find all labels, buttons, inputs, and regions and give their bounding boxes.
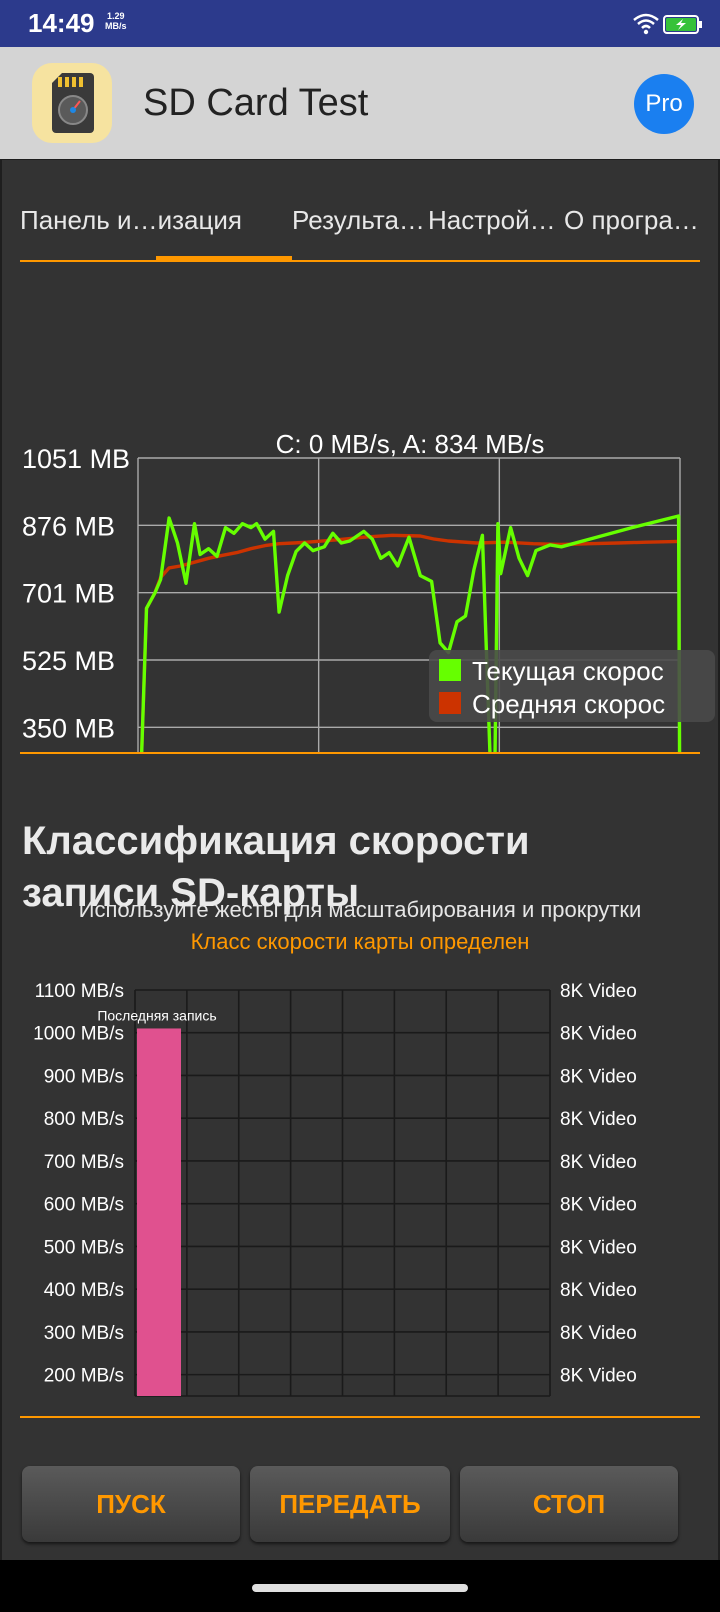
- speed-line-chart[interactable]: 1051 MB876 MB701 MB525 MB350 MB175 MB0 M…: [2, 260, 718, 752]
- app-bar: SD Card Test Pro: [0, 47, 720, 159]
- chart-divider: [20, 752, 700, 754]
- stop-button[interactable]: СТОП: [460, 1466, 678, 1542]
- navigation-bar: [0, 1560, 720, 1612]
- y-tick-label: 300 MB/s: [44, 1323, 124, 1344]
- action-buttons: ПУСК ПЕРЕДАТЬ СТОП: [2, 1466, 718, 1546]
- network-speed-unit: MB/s: [105, 21, 127, 31]
- status-time: 14:49: [28, 8, 95, 38]
- legend-label-average: Средняя скорос: [472, 689, 665, 719]
- status-bar: 14:49 1.29 MB/s: [0, 0, 720, 47]
- class-status: Класс скорости карты определен: [190, 929, 530, 954]
- y-tick-label: 525 MB: [22, 646, 115, 676]
- legend-label-current: Текущая скорос: [472, 656, 664, 686]
- video-class-label: 8K Video: [560, 1280, 637, 1301]
- video-class-label: 8K Video: [560, 1237, 637, 1258]
- legend-swatch-average: [439, 692, 461, 714]
- y-tick-label: 500 MB/s: [44, 1237, 124, 1258]
- y-tick-label: 701 MB: [22, 579, 115, 609]
- sd-card-app-icon: [32, 63, 112, 143]
- y-tick-label: 600 MB/s: [44, 1195, 124, 1216]
- network-speed: 1.29 MB/s: [105, 11, 127, 31]
- video-class-label: 8K Video: [560, 1066, 637, 1087]
- y-tick-label: 1051 MB: [22, 444, 130, 474]
- y-tick-label: 400 MB/s: [44, 1280, 124, 1301]
- pro-button[interactable]: Pro: [634, 74, 694, 134]
- chart-legend: Текущая скорос Средняя скорос: [429, 650, 715, 722]
- tab-dashboard[interactable]: Панель и…изация: [20, 205, 258, 236]
- classification-title-line1: Классификация скорости: [22, 819, 530, 863]
- video-class-label: 8K Video: [560, 981, 637, 1002]
- tab-results[interactable]: Результа…: [292, 205, 424, 236]
- video-class-label: 8K Video: [560, 1195, 637, 1216]
- y-tick-label: 700 MB/s: [44, 1152, 124, 1173]
- video-class-label: 8K Video: [560, 1024, 637, 1045]
- video-class-label: 8K Video: [560, 1109, 637, 1130]
- chart-header-readout: C: 0 MB/s, A: 834 MB/s: [276, 429, 545, 459]
- y-tick-label: 1000 MB/s: [33, 1024, 124, 1045]
- video-class-label: 8K Video: [560, 1323, 637, 1344]
- buttons-divider: [20, 1416, 700, 1418]
- y-tick-label: 900 MB/s: [44, 1066, 124, 1087]
- y-tick-label: 350 MB: [22, 713, 115, 743]
- y-tick-label: 200 MB/s: [44, 1366, 124, 1387]
- y-tick-label: 876 MB: [22, 511, 115, 541]
- bar-last-write: [137, 1028, 181, 1396]
- y-tick-label: 800 MB/s: [44, 1109, 124, 1130]
- tab-bar: Панель и…изация Результа… Настрой… О про…: [2, 160, 718, 260]
- battery-charging-icon: [663, 15, 702, 34]
- home-gesture-handle[interactable]: [252, 1584, 468, 1592]
- video-class-label: 8K Video: [560, 1366, 637, 1387]
- app-title: SD Card Test: [143, 82, 369, 124]
- main-content: Панель и…изация Результа… Настрой… О про…: [2, 160, 718, 1560]
- speed-class-bar-chart[interactable]: Последняя запись 1100 MB/s 1000 MB/s 900 M…: [2, 970, 718, 1410]
- send-button[interactable]: ПЕРЕДАТЬ: [250, 1466, 450, 1542]
- network-speed-value: 1.29: [106, 11, 125, 21]
- legend-swatch-current: [439, 659, 461, 681]
- zoom-hint: Используйте жесты для масштабирования и …: [78, 897, 642, 922]
- start-button[interactable]: ПУСК: [22, 1466, 240, 1542]
- tab-settings[interactable]: Настрой…: [428, 205, 556, 236]
- status-icons: [632, 12, 704, 41]
- bar-label: Последняя запись: [97, 1007, 216, 1023]
- y-tick-label: 1100 MB/s: [35, 981, 124, 1002]
- tab-about[interactable]: О програ…: [564, 205, 704, 236]
- video-class-label: 8K Video: [560, 1152, 637, 1173]
- wifi-icon: [633, 13, 659, 35]
